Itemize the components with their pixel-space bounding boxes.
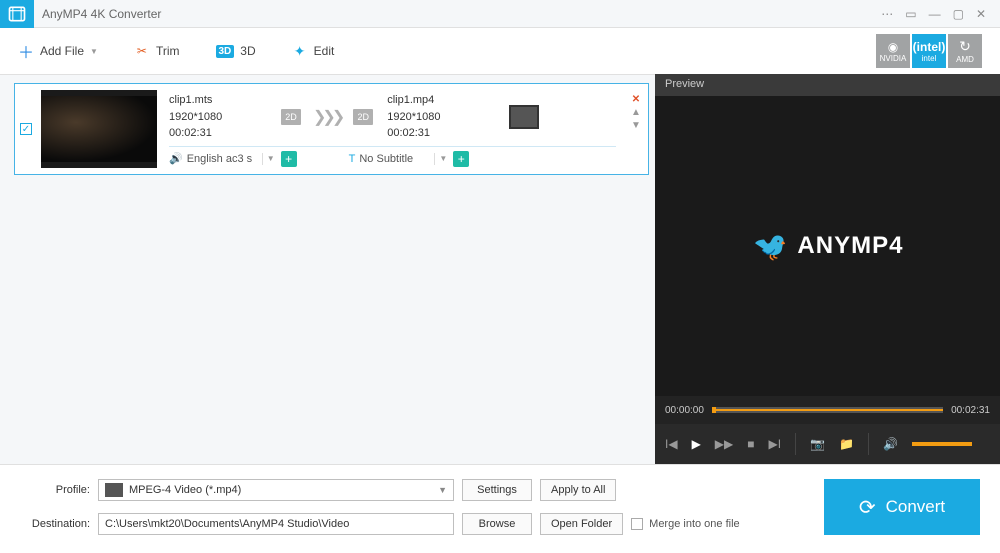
dest-duration: 00:02:31 — [387, 125, 499, 142]
destination-label: Destination: — [20, 518, 90, 530]
add-file-button[interactable]: ＋ Add File ▼ — [18, 43, 98, 59]
remove-file-button[interactable]: ✕ — [632, 94, 640, 105]
destination-input[interactable]: C:\Users\mkt20\Documents\AnyMP4 Studio\V… — [98, 513, 454, 535]
row-controls: ✕ ▲ ▼ — [624, 84, 648, 174]
dropdown-caret-icon: ▼ — [90, 47, 98, 56]
open-folder-button[interactable]: Open Folder — [540, 513, 623, 535]
app-logo — [0, 0, 34, 28]
timeline[interactable]: 00:00:00 00:02:31 — [655, 396, 1000, 424]
trim-button[interactable]: ✂ Trim — [134, 43, 180, 59]
preview-panel: Preview 🐦 ANYMP4 00:00:00 00:02:31 I◀ ▶ … — [655, 74, 1000, 464]
merge-label: Merge into one file — [649, 518, 740, 530]
audio-track-selector[interactable]: 🔊 English ac3 s ▼ — [169, 152, 275, 165]
file-meta: clip1.mts 1920*1080 00:02:31 2D ❯❯❯ 2D c… — [161, 84, 624, 174]
fast-forward-button[interactable]: ▶▶ — [715, 437, 733, 451]
dropdown-caret-icon: ▼ — [267, 154, 275, 163]
current-time: 00:00:00 — [665, 405, 704, 416]
maximize-button[interactable]: ▢ — [953, 7, 964, 21]
close-button[interactable]: ✕ — [976, 7, 986, 21]
destination-value: C:\Users\mkt20\Documents\AnyMP4 Studio\V… — [105, 518, 349, 530]
convert-icon: ⟳ — [859, 495, 876, 520]
dest-name: clip1.mp4 — [387, 92, 499, 109]
preview-title: Preview — [655, 74, 1000, 96]
move-up-button[interactable]: ▲ — [631, 107, 641, 118]
play-button[interactable]: ▶ — [692, 437, 701, 451]
amd-chip[interactable]: ↻AMD — [948, 34, 982, 68]
convert-label: Convert — [886, 497, 946, 517]
add-audio-button[interactable]: + — [281, 151, 297, 167]
edit-label: Edit — [314, 44, 335, 58]
audio-value: English ac3 s — [187, 153, 263, 165]
subtitle-value: No Subtitle — [359, 153, 435, 165]
apply-to-all-button[interactable]: Apply to All — [540, 479, 616, 501]
feedback-icon[interactable]: ▭ — [905, 7, 916, 21]
move-down-button[interactable]: ▼ — [631, 120, 641, 131]
volume-icon[interactable]: 🔊 — [883, 437, 898, 451]
seek-track[interactable] — [712, 407, 943, 413]
minimize-button[interactable]: — — [929, 7, 941, 21]
file-list-area: ✓ clip1.mts 1920*1080 00:02:31 2D ❯❯❯ 2D… — [0, 74, 655, 464]
dest-resolution: 1920*1080 — [387, 109, 499, 126]
player-canvas: 🐦 ANYMP4 — [655, 96, 1000, 396]
browse-button[interactable]: Browse — [462, 513, 532, 535]
convert-button[interactable]: ⟳ Convert — [824, 479, 980, 535]
stop-button[interactable]: ■ — [747, 437, 754, 451]
player-controls: I◀ ▶ ▶▶ ■ ▶I 📷 📁 🔊 — [655, 424, 1000, 464]
brand-text: ANYMP4 — [797, 232, 903, 260]
three-d-button[interactable]: 3D 3D — [216, 44, 256, 58]
brand-icon: 🐦 — [752, 230, 788, 263]
profile-format-icon — [105, 483, 123, 497]
file-row[interactable]: ✓ clip1.mts 1920*1080 00:02:31 2D ❯❯❯ 2D… — [14, 83, 649, 175]
dest-info: clip1.mp4 1920*1080 00:02:31 — [387, 92, 499, 142]
main-toolbar: ＋ Add File ▼ ✂ Trim 3D 3D ✦ Edit ◉NVIDIA… — [0, 28, 1000, 74]
subtitle-icon: T — [349, 153, 356, 165]
trim-label: Trim — [156, 44, 180, 58]
source-name: clip1.mts — [169, 92, 281, 109]
edit-button[interactable]: ✦ Edit — [292, 43, 335, 59]
settings-button[interactable]: Settings — [462, 479, 532, 501]
dropdown-caret-icon: ▼ — [439, 154, 447, 163]
source-info: clip1.mts 1920*1080 00:02:31 — [169, 92, 281, 142]
scissors-icon: ✂ — [134, 43, 150, 59]
next-button[interactable]: ▶I — [769, 437, 782, 451]
dropdown-caret-icon: ▼ — [438, 485, 447, 495]
gpu-accel-chips: ◉NVIDIA (intel)intel ↻AMD — [874, 34, 982, 68]
window-controls: ⋯ ▭ — ▢ ✕ — [881, 7, 1000, 21]
chat-icon[interactable]: ⋯ — [881, 7, 893, 21]
intel-chip[interactable]: (intel)intel — [912, 34, 946, 68]
file-thumbnail — [41, 90, 157, 168]
file-checkbox[interactable]: ✓ — [15, 84, 37, 174]
output-format-icon[interactable] — [509, 105, 539, 129]
profile-label: Profile: — [20, 484, 90, 496]
titlebar: AnyMP4 4K Converter ⋯ ▭ — ▢ ✕ — [0, 0, 1000, 28]
merge-checkbox[interactable]: Merge into one file — [631, 518, 740, 530]
workspace: ✓ clip1.mts 1920*1080 00:02:31 2D ❯❯❯ 2D… — [0, 74, 1000, 464]
add-file-label: Add File — [40, 44, 84, 58]
nvidia-chip[interactable]: ◉NVIDIA — [876, 34, 910, 68]
app-title: AnyMP4 4K Converter — [42, 7, 881, 21]
audio-icon: 🔊 — [169, 152, 183, 165]
source-resolution: 1920*1080 — [169, 109, 281, 126]
arrow-icon: ❯❯❯ — [313, 107, 341, 127]
plus-icon: ＋ — [18, 43, 34, 59]
prev-button[interactable]: I◀ — [665, 437, 678, 451]
snapshot-button[interactable]: 📷 — [810, 437, 825, 451]
add-subtitle-button[interactable]: + — [453, 151, 469, 167]
dest-format-badge: 2D — [353, 109, 373, 125]
total-time: 00:02:31 — [951, 405, 990, 416]
three-d-label: 3D — [240, 44, 255, 58]
sparkle-icon: ✦ — [292, 43, 308, 59]
open-snapshot-folder-button[interactable]: 📁 — [839, 437, 854, 451]
profile-value: MPEG-4 Video (*.mp4) — [129, 484, 241, 496]
bottom-bar: Profile: MPEG-4 Video (*.mp4) ▼ Settings… — [0, 464, 1000, 550]
source-format-badge: 2D — [281, 109, 301, 125]
volume-slider[interactable] — [912, 442, 972, 446]
subtitle-selector[interactable]: T No Subtitle ▼ — [349, 153, 448, 165]
three-d-icon: 3D — [216, 45, 235, 58]
source-duration: 00:02:31 — [169, 125, 281, 142]
profile-combo[interactable]: MPEG-4 Video (*.mp4) ▼ — [98, 479, 454, 501]
